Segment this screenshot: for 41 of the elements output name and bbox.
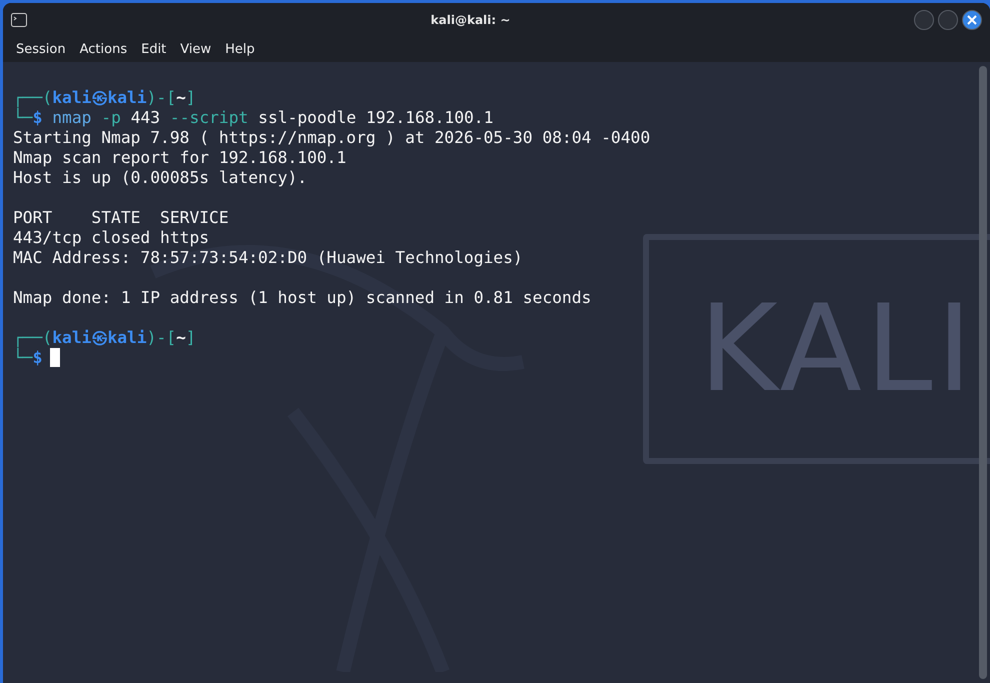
prompt-host: kali: [107, 328, 147, 347]
prompt-frame: ┌──(: [13, 328, 52, 347]
minimize-button[interactable]: [914, 10, 934, 30]
prompt-frame: )-[: [146, 328, 176, 347]
window-title: kali@kali: ~: [430, 12, 512, 26]
output-line: Starting Nmap 7.98 ( https://nmap.org ) at 2026-05-30 08:04 -0400: [13, 128, 650, 147]
command-token: ssl-poodle 192.168.100.1: [258, 108, 494, 127]
prompt-directory: ~: [176, 328, 186, 347]
prompt-frame: └─: [13, 108, 33, 127]
command-token: -p: [101, 108, 121, 127]
command-token: nmap: [52, 108, 92, 127]
output-line: 443/tcp closed https: [13, 228, 210, 247]
scrollbar[interactable]: [979, 66, 987, 679]
prompt-frame: ]: [186, 328, 196, 347]
output-line: PORT STATE SERVICE: [13, 208, 229, 227]
menu-item[interactable]: Session: [9, 40, 73, 58]
close-icon: [967, 14, 977, 24]
menu-item[interactable]: View: [173, 40, 218, 58]
prompt-directory: ~: [176, 88, 186, 107]
menu-item[interactable]: Help: [218, 40, 262, 58]
prompt-user: kali: [52, 328, 92, 347]
prompt-user: kali: [52, 88, 92, 107]
menu-item[interactable]: Edit: [134, 40, 174, 58]
output-line: MAC Address: 78:57:73:54:02:D0 (Huawei Technologies): [13, 248, 523, 267]
prompt-frame: ]: [186, 88, 196, 107]
output-line: Nmap scan report for 192.168.100.1: [13, 148, 346, 167]
prompt-host: kali: [107, 88, 147, 107]
prompt-frame: └─: [13, 348, 33, 367]
prompt-symbol: ㉿: [91, 88, 108, 107]
command-token: 443: [130, 108, 160, 127]
prompt-frame: )-[: [146, 88, 176, 107]
prompt-frame: ┌──(: [13, 88, 52, 107]
close-button[interactable]: [962, 10, 982, 30]
prompt-symbol: ㉿: [91, 328, 108, 347]
command-token: --script: [170, 108, 248, 127]
terminal-icon: [11, 12, 27, 26]
output-line: Nmap done: 1 IP address (1 host up) scanned in 0.81 seconds: [13, 288, 592, 307]
prompt-sign: $: [32, 108, 42, 127]
output-line: Host is up (0.00085s latency).: [13, 168, 308, 187]
menu-item[interactable]: Actions: [72, 40, 134, 58]
prompt-sign: $: [32, 348, 42, 367]
